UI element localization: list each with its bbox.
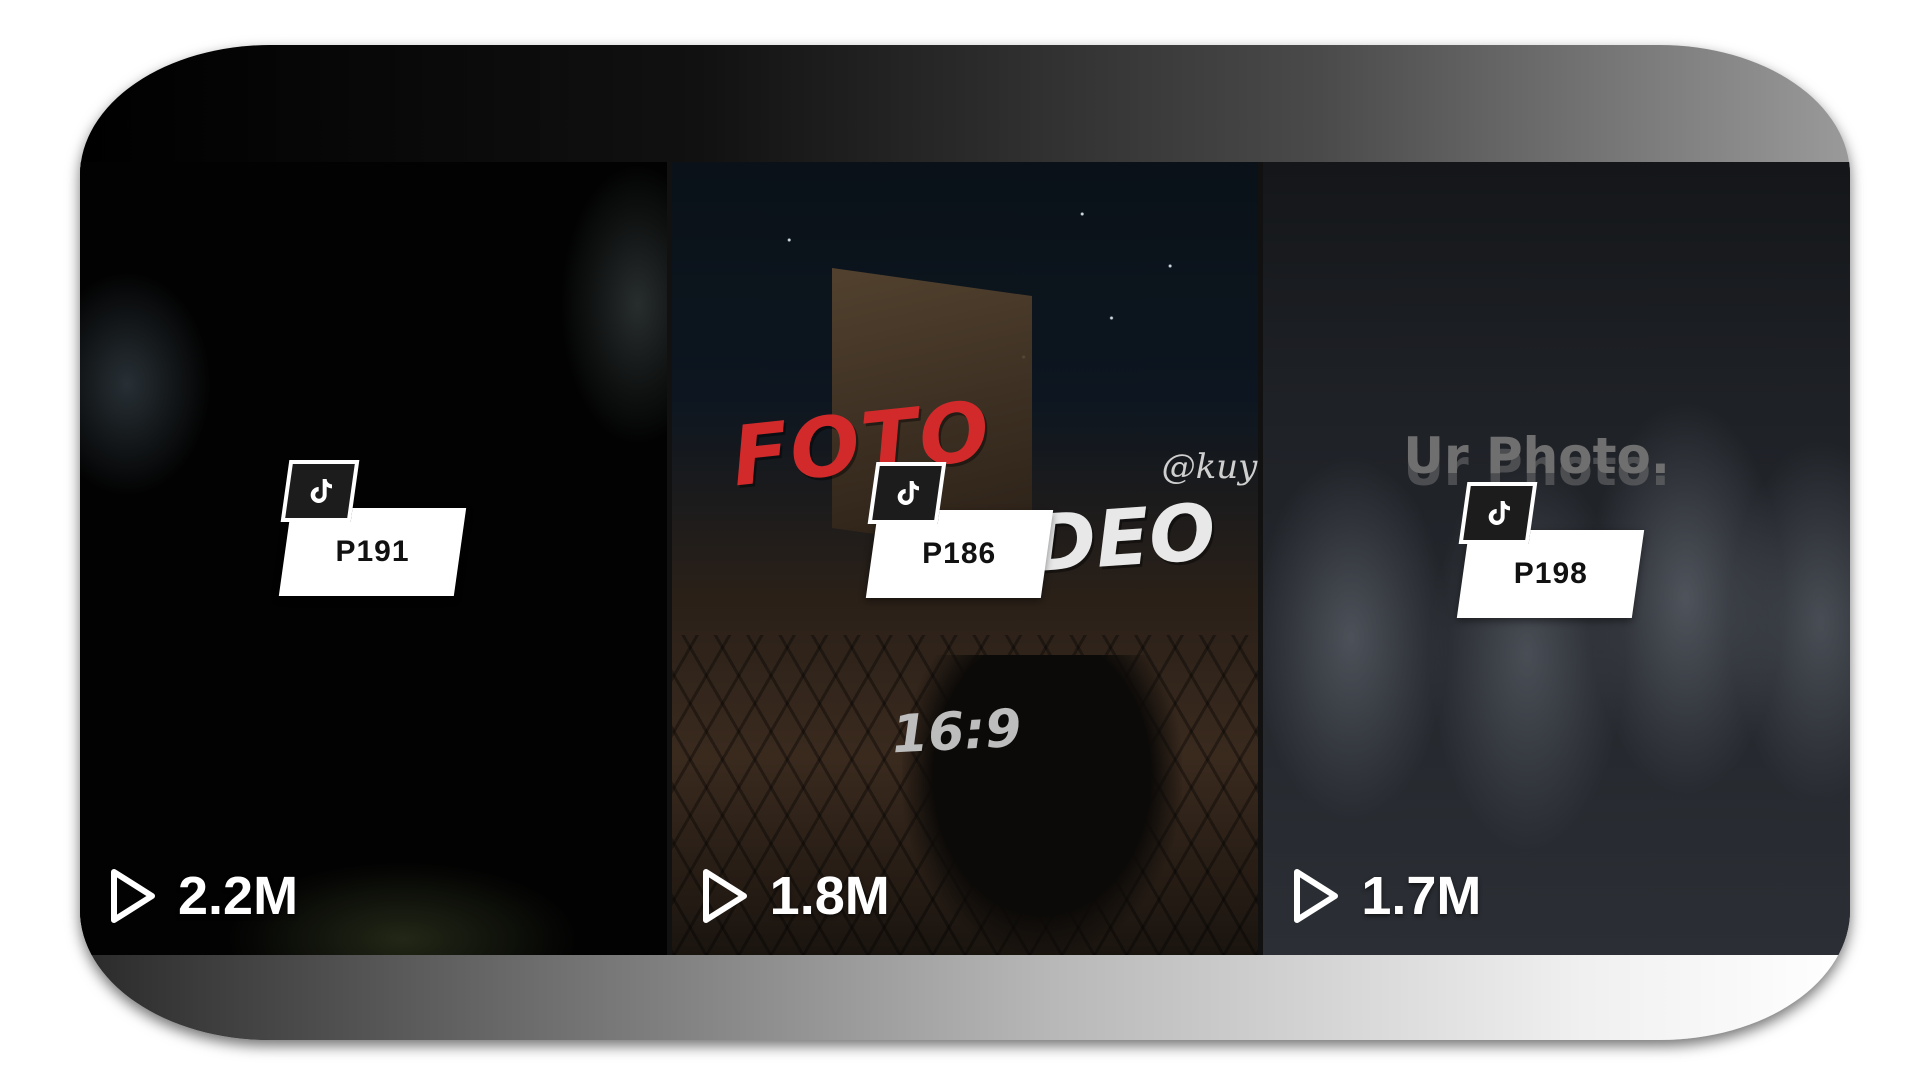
overlay-handle-text: @kuya — [1161, 447, 1259, 487]
play-icon — [1291, 867, 1341, 925]
template-badge: P186 — [865, 462, 1062, 598]
views-count: 1.7M — [1361, 866, 1482, 926]
view-count: 2.2M — [108, 865, 298, 927]
view-count: 1.7M — [1291, 865, 1481, 927]
views-count: 1.8M — [769, 866, 890, 926]
tiktok-note-icon — [867, 462, 947, 524]
tiktok-note-icon — [280, 460, 360, 522]
tree-silhouette — [901, 655, 1182, 955]
tiktok-note-icon — [1458, 482, 1538, 544]
bottom-gradient-band — [80, 955, 1850, 1040]
play-icon — [700, 867, 750, 925]
video-tile-p198[interactable]: Ur Photo. P198 1.7M — [1263, 162, 1850, 955]
video-tile-p186[interactable]: FOTO VIDEO @kuya 16:9 P186 1.8M — [671, 162, 1259, 955]
video-tile-p191[interactable]: P191 2.2M — [80, 162, 667, 955]
views-count: 2.2M — [178, 866, 299, 926]
overlay-caption-text: Ur Photo. — [1403, 427, 1670, 485]
view-count: 1.8M — [700, 865, 890, 927]
video-grid: P191 2.2M FOTO VIDEO @kuya 16:9 — [80, 162, 1850, 955]
template-badge: P191 — [278, 460, 475, 596]
overlay-ratio-text: 16:9 — [890, 698, 1023, 766]
play-icon — [108, 867, 158, 925]
video-grid-frame: P191 2.2M FOTO VIDEO @kuya 16:9 — [80, 45, 1850, 1040]
template-badge: P198 — [1457, 482, 1653, 618]
